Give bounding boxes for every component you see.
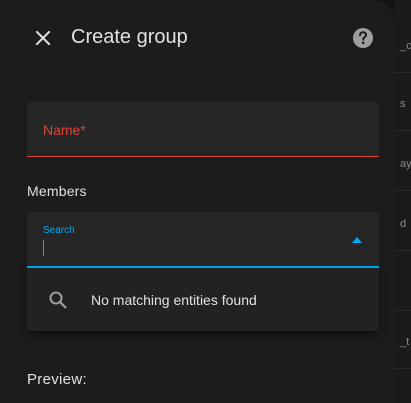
dropdown-toggle[interactable] — [351, 234, 363, 246]
text-caret — [43, 240, 44, 256]
search-field-label: Search — [43, 225, 75, 236]
name-field-label: Name* — [43, 122, 86, 138]
background-divider — [395, 190, 411, 191]
suggestions-panel: No matching entities found — [27, 268, 379, 331]
background-divider — [395, 368, 411, 369]
background-divider — [395, 250, 411, 251]
close-icon — [35, 30, 51, 46]
background-divider — [395, 72, 411, 73]
background-text-fragment: _t — [400, 336, 410, 348]
member-search-input[interactable]: Search — [27, 212, 379, 268]
background-text-fragment: s — [400, 98, 406, 110]
background-text-fragment: ay — [400, 158, 411, 170]
no-results-message: No matching entities found — [91, 292, 257, 308]
create-group-dialog: Create group Name* Members Search No mat… — [0, 0, 395, 403]
preview-label: Preview: — [27, 371, 87, 388]
dialog-title: Create group — [71, 26, 188, 48]
background-text-fragment: _c — [400, 40, 411, 52]
members-label: Members — [27, 183, 87, 199]
background-divider — [395, 130, 411, 131]
menu-up-icon — [352, 237, 362, 243]
dialog-header: Create group — [0, 0, 395, 76]
background-divider — [395, 310, 411, 311]
search-icon — [49, 291, 67, 309]
help-circle-icon — [353, 28, 373, 48]
help-button[interactable] — [350, 25, 376, 51]
close-button[interactable] — [27, 22, 59, 54]
name-field[interactable]: Name* — [27, 102, 379, 157]
background-page-edge: _c s ay d _t — [395, 0, 411, 403]
background-text-fragment: d — [400, 218, 407, 230]
